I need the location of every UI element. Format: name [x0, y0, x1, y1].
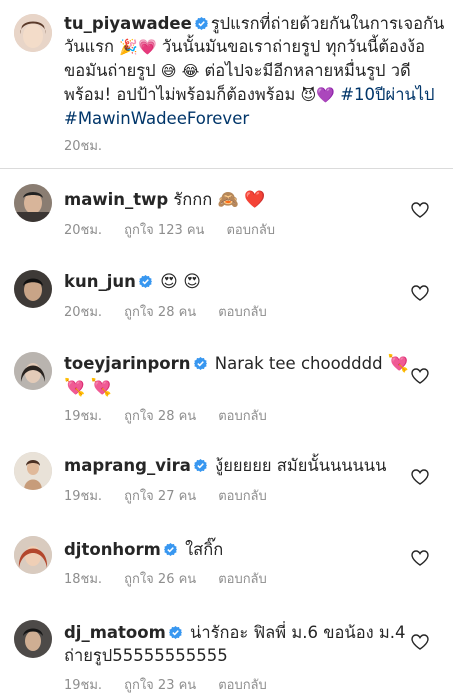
heart-outline-icon[interactable] — [411, 469, 429, 485]
verified-badge-icon — [193, 357, 207, 370]
comment-meta: 19ชม. ถูกใจ 23 คน ตอบกลับ — [64, 674, 289, 695]
comment-likes[interactable]: ถูกใจ 27 คน — [124, 489, 196, 504]
comment-body: mawin_twp รักกก 🙈 ❤️ — [64, 188, 409, 212]
purple-heart-emoji: 💜 — [316, 86, 335, 104]
comment-text: Narak tee choodddd — [214, 354, 383, 373]
comment-avatar[interactable] — [14, 452, 52, 490]
comment-username[interactable]: mawin_twp — [64, 190, 168, 209]
comment-username[interactable]: toeyjarinporn — [64, 354, 191, 373]
pink-heart-emoji: 💗 — [137, 38, 157, 56]
comment-body: dj_matoom น่ารักอะ ฟิลพี่ ม.6 ขอน้อง ม.4… — [64, 621, 409, 667]
comment-likes[interactable]: ถูกใจ 26 คน — [124, 572, 196, 587]
caption-time: 20ชม. — [64, 139, 103, 154]
comment-avatar[interactable] — [14, 352, 52, 390]
caption-line2a: วันแรก — [64, 37, 115, 56]
caption-avatar[interactable] — [14, 14, 52, 52]
comment-text: ใสกิ๊ก — [185, 540, 224, 559]
comment-likes[interactable]: ถูกใจ 23 คน — [124, 678, 196, 693]
reply-button[interactable]: ตอบกลับ — [218, 305, 267, 320]
caption-line2b: วันนั้นมันขอเราถ่ายรูป ทุกวันนี้ต้องง้อ — [161, 37, 425, 56]
comment-time: 20ชม. — [64, 223, 103, 238]
comment-avatar[interactable] — [14, 536, 52, 574]
verified-badge-icon — [138, 275, 152, 288]
comment-avatar[interactable] — [14, 620, 52, 658]
post-caption: tu_piyawadee รูปแรกที่ถ่ายด้วยกันในการเจอ… — [0, 0, 453, 168]
reply-button[interactable]: ตอบกลับ — [218, 572, 267, 587]
comment-avatar[interactable] — [14, 184, 52, 222]
comment-username[interactable]: dj_matoom — [64, 623, 166, 642]
avatar-image — [14, 452, 52, 490]
reply-button[interactable]: ตอบกลับ — [226, 223, 275, 238]
comment-meta: 18ชม. ถูกใจ 26 คน ตอบกลับ — [64, 568, 289, 589]
heart-outline-icon[interactable] — [411, 285, 429, 301]
comment-avatar[interactable] — [14, 270, 52, 308]
monkey-heart-emoji: 🙈 ❤️ — [217, 190, 266, 210]
comment-likes[interactable]: ถูกใจ 123 คน — [124, 223, 204, 238]
avatar-image — [14, 184, 52, 222]
verified-badge-icon — [168, 626, 182, 639]
comment-text: รักกก — [173, 190, 213, 209]
avatar-image — [14, 536, 52, 574]
caption-line4a: พร้อม! อปป้าไม่พร้อมก็ต้องพร้อม — [64, 85, 296, 104]
party-emoji: 🎉 — [119, 38, 138, 56]
comment-meta: 20ชม. ถูกใจ 28 คน ตอบกลับ — [64, 301, 289, 322]
heart-arrow-emoji-row2: 💘 💘 — [64, 378, 112, 398]
reply-button[interactable]: ตอบกลับ — [218, 678, 267, 693]
comment-body: djtonhorm ใสกิ๊ก — [64, 538, 409, 561]
comment-time: 19ชม. — [64, 489, 103, 504]
comment-text-line2: ถ่ายรูป55555555555 — [64, 646, 228, 665]
avatar-image — [14, 270, 52, 308]
comment-time: 19ชม. — [64, 678, 103, 693]
avatar-image — [14, 620, 52, 658]
heart-outline-icon[interactable] — [411, 368, 429, 384]
hashtag-mawinwadee[interactable]: #MawinWadeeForever — [64, 109, 249, 128]
hashtag-10years[interactable]: #10ปีผ่านไป — [340, 85, 434, 104]
verified-badge-icon — [193, 459, 207, 472]
comment-text: น่ารักอะ ฟิลพี่ ม.6 ขอน้อง ม.4 — [190, 623, 406, 642]
comment-time: 19ชม. — [64, 409, 103, 424]
comment-meta: 19ชม. ถูกใจ 27 คน ตอบกลับ — [64, 485, 289, 506]
reply-button[interactable]: ตอบกลับ — [218, 409, 267, 424]
avatar-image — [14, 352, 52, 390]
comment-username[interactable]: djtonhorm — [64, 540, 161, 559]
caption-line3b: ต่อไปจะมีอีกหลายหมื่นรูป วดี — [204, 61, 411, 80]
avatar-image — [14, 14, 52, 52]
comment-body: kun_jun 😍 😍 — [64, 270, 409, 294]
comment-likes[interactable]: ถูกใจ 28 คน — [124, 305, 196, 320]
comment-time: 20ชม. — [64, 305, 103, 320]
verified-badge-icon — [194, 17, 208, 30]
comment-time: 18ชม. — [64, 572, 103, 587]
comment-body: maprang_vira งู้ยยยยย สมัยนั้นนนนนน — [64, 454, 409, 477]
comment-likes[interactable]: ถูกใจ 28 คน — [124, 409, 196, 424]
verified-badge-icon — [163, 543, 177, 556]
comment-meta: 19ชม. ถูกใจ 28 คน ตอบกลับ — [64, 405, 289, 426]
devil-emoji: 😈 — [300, 86, 317, 104]
heart-outline-icon[interactable] — [411, 202, 429, 218]
heart-outline-icon[interactable] — [411, 550, 429, 566]
caption-line1: รูปแรกที่ถ่ายด้วยกันในการเจอกัน — [210, 14, 445, 33]
heart-arrow-emoji: 💘 — [387, 354, 409, 374]
laugh-emoji-1: 😅 — [160, 62, 177, 80]
comment-text: งู้ยยยยย สมัยนั้นนนนนน — [215, 456, 387, 475]
caption-text: tu_piyawadee รูปแรกที่ถ่ายด้วยกันในการเจอ… — [64, 12, 449, 130]
comment-username[interactable]: maprang_vira — [64, 456, 191, 475]
comment-username[interactable]: kun_jun — [64, 272, 136, 291]
caption-line3a: ขอมันถ่ายรูป — [64, 61, 156, 80]
heart-outline-icon[interactable] — [411, 634, 429, 650]
comment-meta: 20ชม. ถูกใจ 123 คน ตอบกลับ — [64, 219, 297, 240]
caption-username[interactable]: tu_piyawadee — [64, 14, 192, 33]
divider — [0, 168, 453, 169]
heart-eyes-emoji: 😍 😍 — [160, 272, 201, 292]
laugh-emoji-2: 😂 — [181, 62, 200, 80]
comment-body: toeyjarinporn Narak tee choodddd 💘 💘 💘 — [64, 352, 409, 400]
reply-button[interactable]: ตอบกลับ — [218, 489, 267, 504]
